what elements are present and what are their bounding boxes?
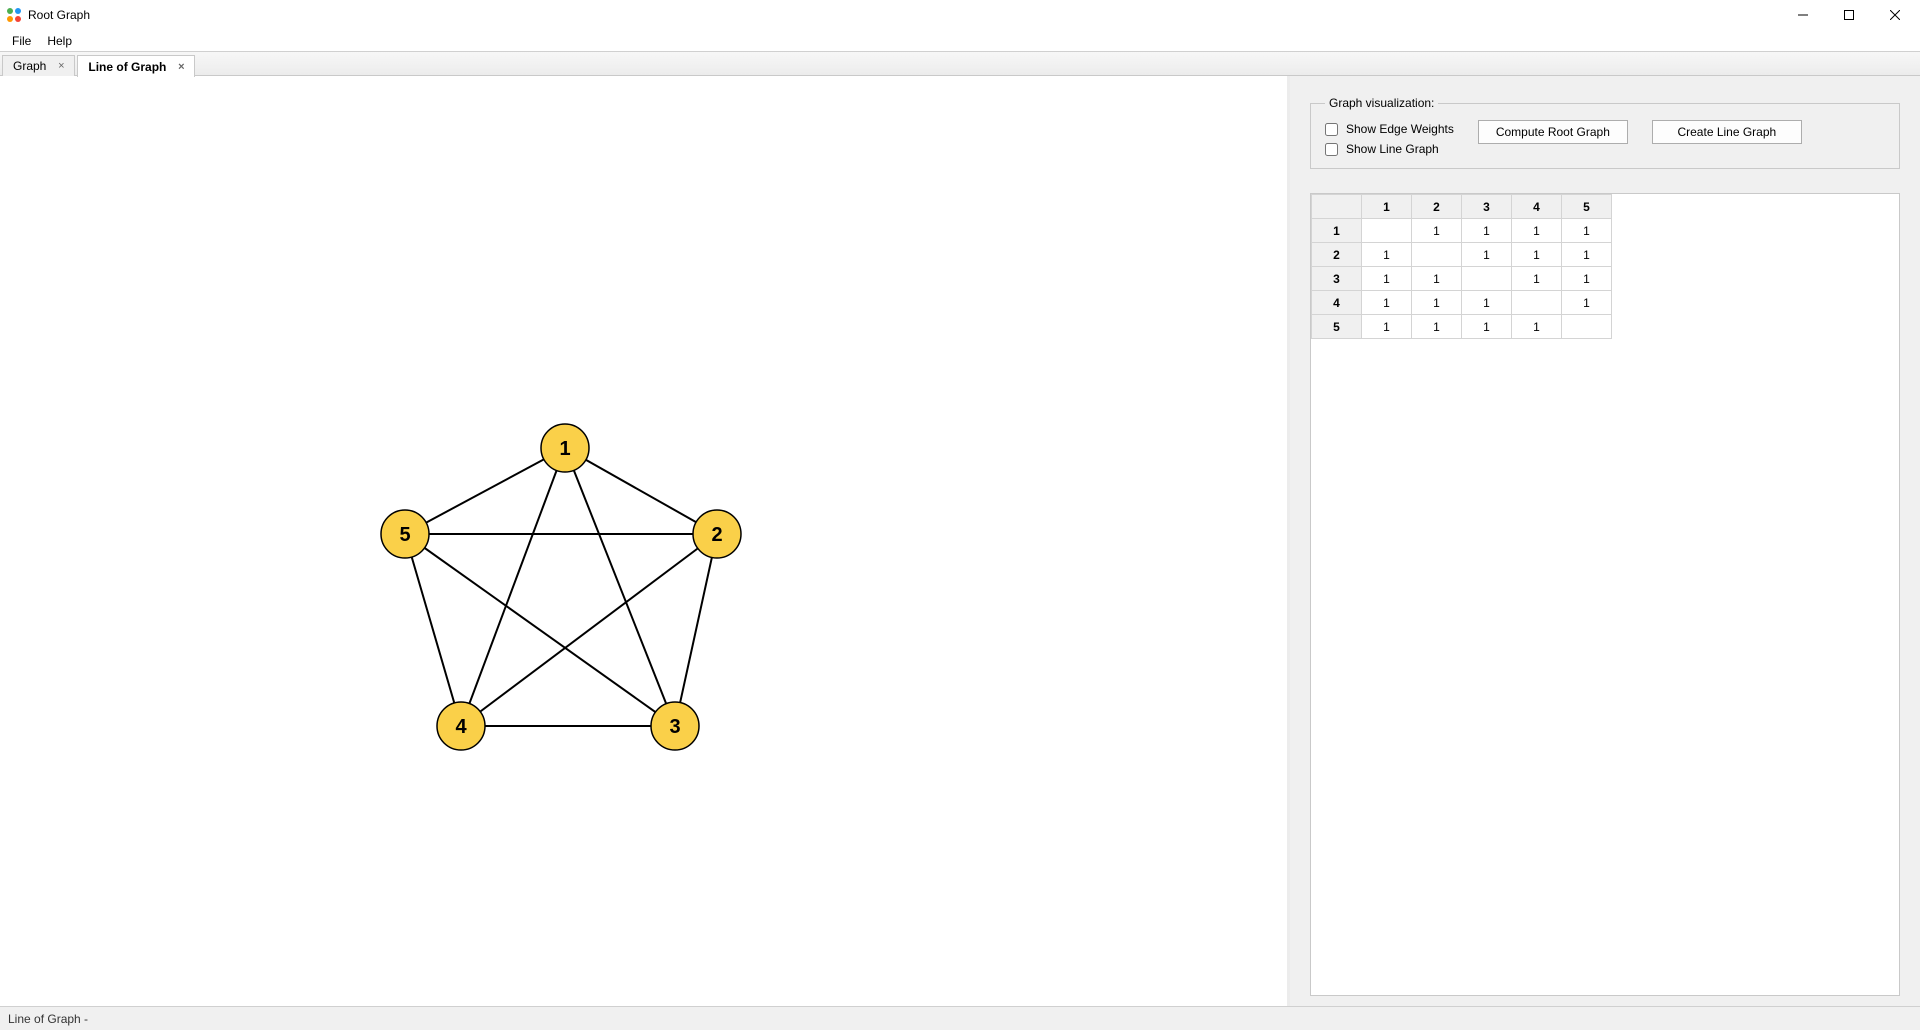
graph-node-label: 1 [559,438,570,460]
close-icon [1890,10,1900,20]
matrix-row-header[interactable]: 3 [1312,267,1362,291]
matrix-cell[interactable]: 1 [1562,243,1612,267]
graph-node-label: 2 [711,524,722,546]
matrix-cell[interactable] [1412,243,1462,267]
matrix-cell[interactable] [1362,219,1412,243]
show-line-graph-text: Show Line Graph [1346,142,1439,156]
matrix-cell[interactable]: 1 [1512,315,1562,339]
matrix-cell[interactable]: 1 [1412,291,1462,315]
matrix-col-header[interactable]: 2 [1412,195,1462,219]
graph-edge[interactable] [461,448,565,726]
menubar: File Help [0,30,1920,52]
compute-root-graph-button[interactable]: Compute Root Graph [1478,120,1628,144]
matrix-row-header[interactable]: 4 [1312,291,1362,315]
matrix-cell[interactable]: 1 [1462,291,1512,315]
graph-canvas[interactable]: 1 2 3 4 5 [0,76,1290,1006]
app-icon [6,7,22,23]
show-edge-weights-checkbox[interactable] [1325,123,1338,136]
close-button[interactable] [1872,0,1918,30]
matrix-cell[interactable]: 1 [1462,315,1512,339]
graph-edge[interactable] [461,534,717,726]
matrix-col-header[interactable]: 4 [1512,195,1562,219]
graph-svg: 1 2 3 4 5 [0,76,1280,1036]
main-area: 12345 Graph visualization: Show Edge Wei… [0,76,1920,1006]
create-line-graph-button[interactable]: Create Line Graph [1652,120,1802,144]
matrix-cell[interactable]: 1 [1462,219,1512,243]
matrix-cell[interactable]: 1 [1512,219,1562,243]
matrix-cell[interactable]: 1 [1412,267,1462,291]
titlebar: Root Graph [0,0,1920,30]
graph-node-label: 4 [455,716,467,738]
menu-help[interactable]: Help [39,32,80,50]
adjacency-matrix-panel[interactable]: 123451111121111311114111151111 [1310,193,1900,996]
matrix-cell[interactable]: 1 [1562,267,1612,291]
graph-edge[interactable] [405,534,675,726]
tab-close-icon[interactable]: × [174,61,188,73]
tab-graph[interactable]: Graph × [2,55,75,76]
graph-node-2[interactable]: 2 [693,510,741,558]
minimize-icon [1798,10,1808,20]
graph-node-4[interactable]: 4 [437,702,485,750]
matrix-row-header[interactable]: 1 [1312,219,1362,243]
graph-node-5[interactable]: 5 [381,510,429,558]
matrix-cell[interactable]: 1 [1462,243,1512,267]
show-edge-weights-text: Show Edge Weights [1346,122,1454,136]
adjacency-matrix-table: 123451111121111311114111151111 [1311,194,1612,339]
tab-line-of-graph[interactable]: Line of Graph × [77,55,195,77]
matrix-col-header[interactable]: 1 [1362,195,1412,219]
matrix-corner [1312,195,1362,219]
matrix-cell[interactable]: 1 [1512,243,1562,267]
matrix-cell[interactable] [1512,291,1562,315]
matrix-col-header[interactable]: 3 [1462,195,1512,219]
tab-close-icon[interactable]: × [54,60,68,72]
maximize-icon [1844,10,1854,20]
show-line-graph-label[interactable]: Show Line Graph [1325,142,1454,156]
graph-node-label: 5 [399,524,410,546]
graph-edge[interactable] [405,534,461,726]
graph-edge[interactable] [405,448,565,534]
matrix-cell[interactable] [1562,315,1612,339]
matrix-cell[interactable]: 1 [1362,267,1412,291]
graph-node-label: 3 [669,716,680,738]
tabbar: Graph × Line of Graph × [0,52,1920,76]
minimize-button[interactable] [1780,0,1826,30]
graph-edge[interactable] [565,448,675,726]
matrix-cell[interactable]: 1 [1412,219,1462,243]
tab-label: Graph [13,59,46,73]
graph-node-1[interactable]: 1 [541,424,589,472]
side-panel: Graph visualization: Show Edge Weights S… [1290,76,1920,1006]
matrix-col-header[interactable]: 5 [1562,195,1612,219]
visualization-group: Graph visualization: Show Edge Weights S… [1310,96,1900,169]
matrix-cell[interactable]: 1 [1562,291,1612,315]
menu-file[interactable]: File [4,32,39,50]
matrix-cell[interactable]: 1 [1362,315,1412,339]
window-title: Root Graph [28,8,90,22]
matrix-cell[interactable]: 1 [1562,219,1612,243]
tab-label: Line of Graph [88,60,166,74]
matrix-cell[interactable]: 1 [1362,243,1412,267]
matrix-row-header[interactable]: 2 [1312,243,1362,267]
matrix-cell[interactable]: 1 [1362,291,1412,315]
matrix-cell[interactable] [1462,267,1512,291]
maximize-button[interactable] [1826,0,1872,30]
matrix-cell[interactable]: 1 [1512,267,1562,291]
graph-edge[interactable] [565,448,717,534]
show-edge-weights-label[interactable]: Show Edge Weights [1325,122,1454,136]
show-line-graph-checkbox[interactable] [1325,143,1338,156]
matrix-row-header[interactable]: 5 [1312,315,1362,339]
visualization-legend: Graph visualization: [1325,96,1438,110]
graph-edge[interactable] [675,534,717,726]
matrix-cell[interactable]: 1 [1412,315,1462,339]
graph-node-3[interactable]: 3 [651,702,699,750]
